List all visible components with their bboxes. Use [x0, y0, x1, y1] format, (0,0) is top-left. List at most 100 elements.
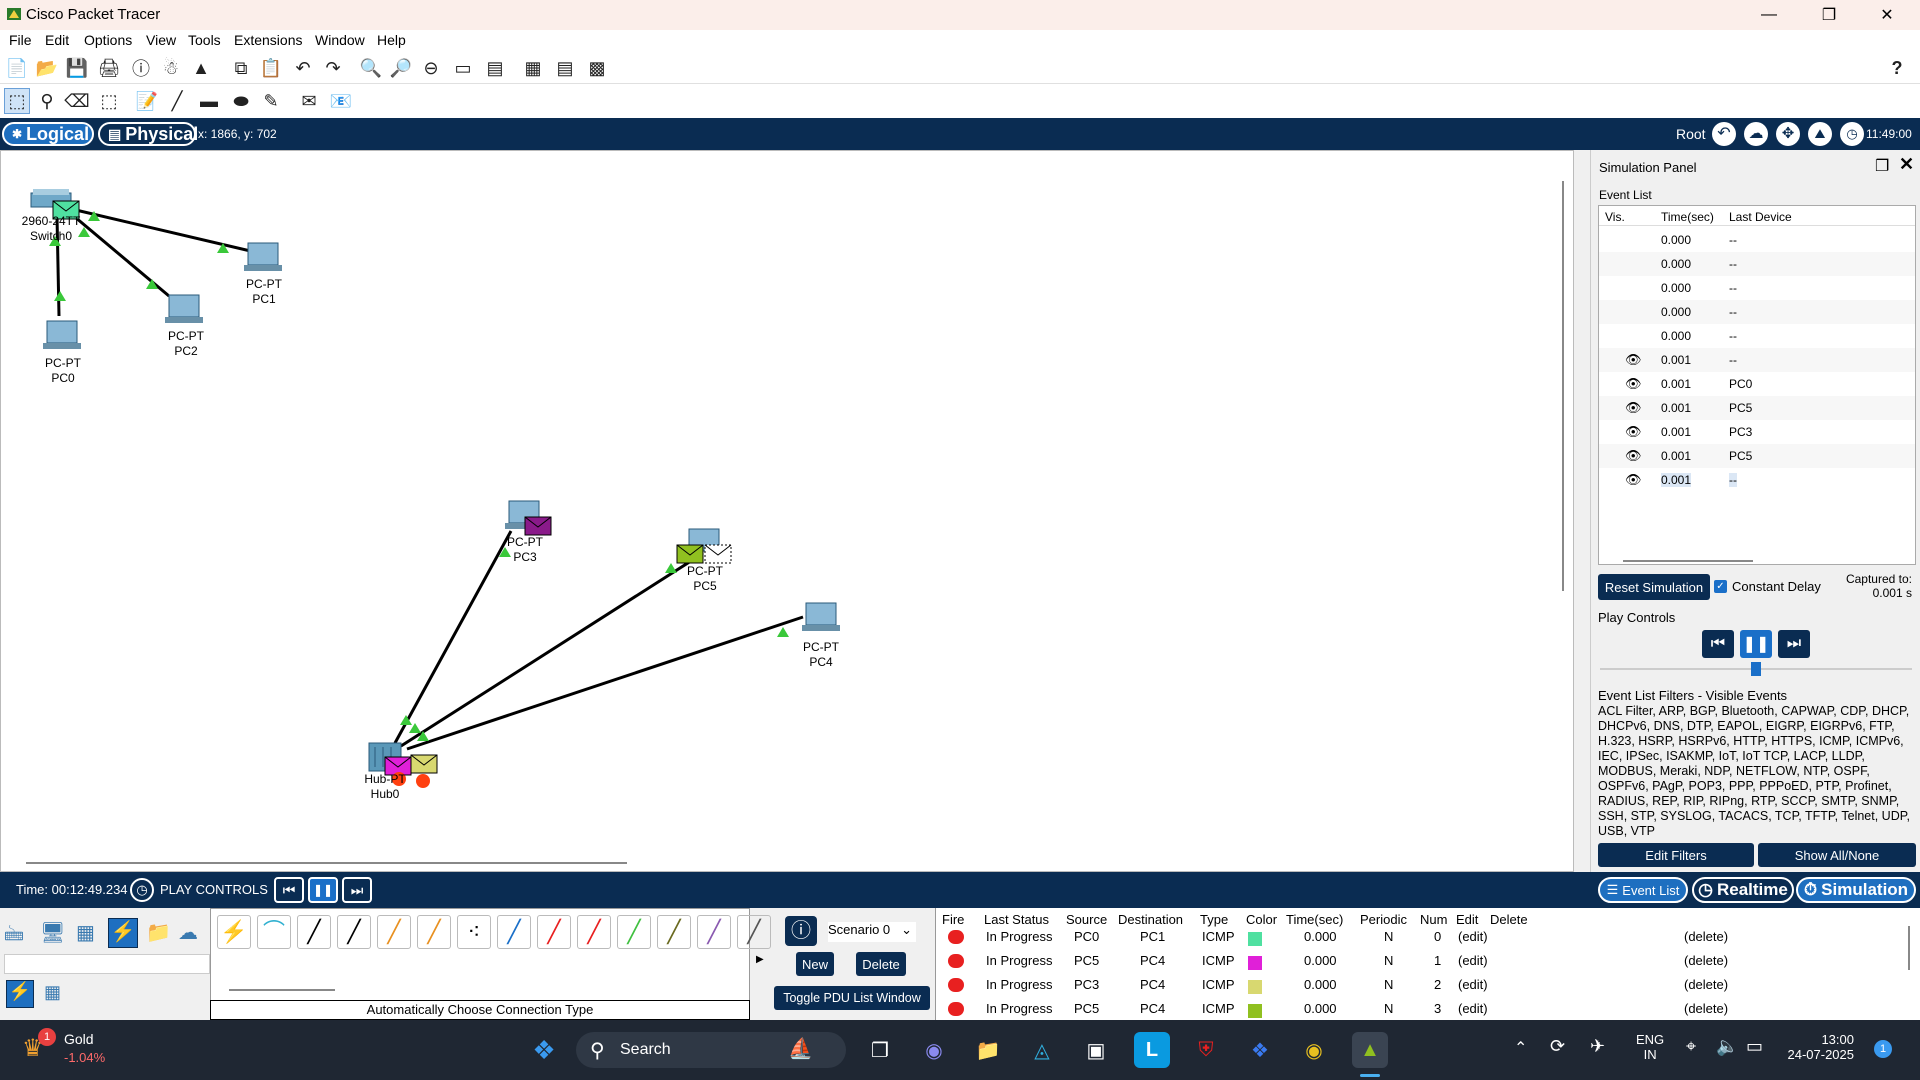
iot-cable-icon[interactable]: ╱ [657, 915, 691, 949]
mcafee-icon[interactable]: ⛨ [1188, 1032, 1224, 1068]
help-icon[interactable]: ? [1884, 55, 1910, 81]
viewport-icon[interactable]: ◷ [1840, 122, 1864, 146]
pdu-edit[interactable]: (edit) [1458, 1001, 1488, 1016]
serial-clock-icon[interactable]: ╱ [577, 915, 611, 949]
fire-icon[interactable] [948, 978, 964, 992]
add-simple-pdu-icon[interactable]: ✉ [296, 88, 322, 114]
menu-window[interactable]: Window [311, 32, 369, 48]
edit-filters-button[interactable]: Edit Filters [1598, 843, 1754, 867]
menu-options[interactable]: Options [80, 32, 136, 48]
octal-cable-icon[interactable]: ╱ [617, 915, 651, 949]
multiuser-icon[interactable]: ☁ [178, 920, 204, 946]
microsoft-store-icon[interactable]: ▣ [1078, 1032, 1114, 1068]
l-app-icon[interactable]: L [1134, 1032, 1170, 1068]
save-icon[interactable]: 💾 [64, 55, 90, 81]
category-search-field[interactable] [4, 954, 210, 974]
pdu-col-header[interactable]: Source [1066, 912, 1107, 927]
toggle-pdu-list-button[interactable]: Toggle PDU List Window [774, 986, 930, 1010]
timer-icon[interactable]: ◷ [130, 878, 154, 902]
speed-slider-thumb[interactable] [1751, 662, 1761, 676]
show-all-none-button[interactable]: Show All/None [1758, 843, 1916, 867]
draw-rectangle-icon[interactable]: ▬ [196, 88, 222, 114]
eye-icon[interactable]: 👁 [1625, 472, 1642, 488]
console-cable-icon[interactable]: ⌒ [257, 915, 291, 949]
open-folder-icon[interactable]: 📂 [34, 55, 60, 81]
miscellaneous-icon[interactable]: 📁 [146, 920, 172, 946]
eye-icon[interactable]: 👁 [1625, 400, 1642, 416]
event-row[interactable]: 👁 0.001 PC5 [1599, 444, 1915, 468]
pdu-col-header[interactable]: Type [1200, 912, 1228, 927]
taskbar-search-box[interactable]: ⚲ Search ⛵ [576, 1032, 846, 1068]
pdu-col-header[interactable]: Num [1420, 912, 1447, 927]
pause-icon[interactable]: ❚❚ [1740, 630, 1772, 658]
connections-subcategory-icon[interactable]: ⚡ [6, 980, 34, 1008]
pdu-col-header[interactable]: Destination [1118, 912, 1183, 927]
delete-tool-icon[interactable]: ⌫ [64, 88, 90, 114]
packet-tracer-taskbar-icon[interactable]: ▲ [1352, 1032, 1388, 1068]
simulation-mode-button[interactable]: ⏱ Simulation [1796, 877, 1916, 903]
menu-edit[interactable]: Edit [41, 32, 73, 48]
menu-help[interactable]: Help [373, 32, 410, 48]
event-row[interactable]: 0.000 -- [1599, 228, 1915, 252]
bottom-step-back-icon[interactable]: ⏮ [274, 877, 304, 903]
wifi-icon[interactable]: ⌖ [1686, 1036, 1696, 1057]
eye-icon[interactable]: 👁 [1625, 448, 1642, 464]
pdu-delete[interactable]: (delete) [1684, 1001, 1728, 1016]
realtime-mode-button[interactable]: ◷ Realtime [1692, 877, 1794, 903]
taskbar-clock[interactable]: 13:00 24-07-2025 [1784, 1032, 1855, 1062]
dropbox-icon[interactable]: ❖ [1242, 1032, 1278, 1068]
undock-icon[interactable]: ❐ [1875, 156, 1889, 176]
serial-dce-icon[interactable]: ╱ [417, 915, 451, 949]
end-devices-icon[interactable]: 🖥 [40, 920, 66, 946]
copy-icon[interactable]: ⧉ [228, 55, 254, 81]
pdu-edit[interactable]: (edit) [1458, 953, 1488, 968]
close-window-button[interactable]: ✕ [1864, 2, 1910, 28]
teams-chat-icon[interactable]: ◉ [916, 1032, 952, 1068]
pdu-edit[interactable]: (edit) [1458, 929, 1488, 944]
bottom-pause-icon[interactable]: ❚❚ [308, 877, 338, 903]
draw-ellipse-icon[interactable]: ⬬ [228, 88, 254, 114]
new-scenario-button[interactable]: New [796, 952, 834, 976]
sync-icon[interactable]: ⟳ [1550, 1036, 1565, 1057]
menu-view[interactable]: View [142, 32, 180, 48]
print-icon[interactable]: 🖨 [96, 55, 122, 81]
components-icon[interactable]: ▦ [76, 920, 102, 946]
pdu-col-header[interactable]: Last Status [984, 912, 1049, 927]
step-back-icon[interactable]: ⏮ [1702, 630, 1734, 658]
network-devices-icon[interactable]: 🖮 [4, 920, 30, 946]
eye-icon[interactable]: 👁 [1625, 352, 1642, 368]
col-vis[interactable]: Vis. [1605, 210, 1625, 224]
scenario-select[interactable]: Scenario 0 ⌄ [828, 922, 916, 942]
pdu-delete[interactable]: (delete) [1684, 929, 1728, 944]
event-row[interactable]: 0.000 -- [1599, 300, 1915, 324]
draw-line-icon[interactable]: ╱ [164, 88, 190, 114]
zoom-in-icon[interactable]: 🔍 [358, 55, 384, 81]
event-row[interactable]: 0.000 -- [1599, 276, 1915, 300]
undo-icon[interactable]: ↶ [290, 55, 316, 81]
chrome-icon[interactable]: ◉ [1296, 1032, 1332, 1068]
phone-cable-icon[interactable]: ╱ [497, 915, 531, 949]
show-hidden-icons-icon[interactable]: ⌃ [1514, 1038, 1527, 1058]
fire-icon[interactable] [948, 954, 964, 968]
pdu-row[interactable]: In Progress PC5 PC4 ICMP 0.000 N 1 (edit) (delet… [936, 952, 1896, 976]
edge-browser-icon[interactable]: ◬ [1024, 1032, 1060, 1068]
network-info-icon[interactable]: ☃ [158, 55, 184, 81]
pdu-col-header[interactable]: Periodic [1360, 912, 1407, 927]
pdu-list-table[interactable]: Fire Last Status Source Destination Type Colo… [935, 908, 1920, 1020]
pdu-delete[interactable]: (delete) [1684, 953, 1728, 968]
logical-tab[interactable]: ✱ Logical [2, 122, 94, 146]
wireless-icon[interactable]: ╱ [737, 915, 771, 949]
pdu-col-header[interactable]: Fire [942, 912, 964, 927]
file-explorer-icon[interactable]: 📁 [970, 1032, 1006, 1068]
battery-icon[interactable]: ▭ [1746, 1036, 1763, 1057]
select-icon[interactable]: ⬚ [4, 88, 30, 114]
new-file-icon[interactable]: 📄 [4, 55, 30, 81]
event-list-table[interactable]: Vis. Time(sec) Last Device 0.000 -- 0.000 -… [1598, 205, 1916, 565]
eye-icon[interactable]: 👁 [1625, 376, 1642, 392]
logical-workspace[interactable]: 2960-24TT Switch0 PC-PT PC0 PC-PT PC1 PC… [0, 150, 1574, 872]
event-list-scrollbar[interactable] [1623, 560, 1753, 562]
pdu-col-header[interactable]: Time(sec) [1286, 912, 1343, 927]
menu-file[interactable]: File [5, 32, 36, 48]
constant-delay-checkbox[interactable]: ✓ [1714, 580, 1727, 593]
close-panel-icon[interactable]: ✕ [1899, 154, 1914, 175]
